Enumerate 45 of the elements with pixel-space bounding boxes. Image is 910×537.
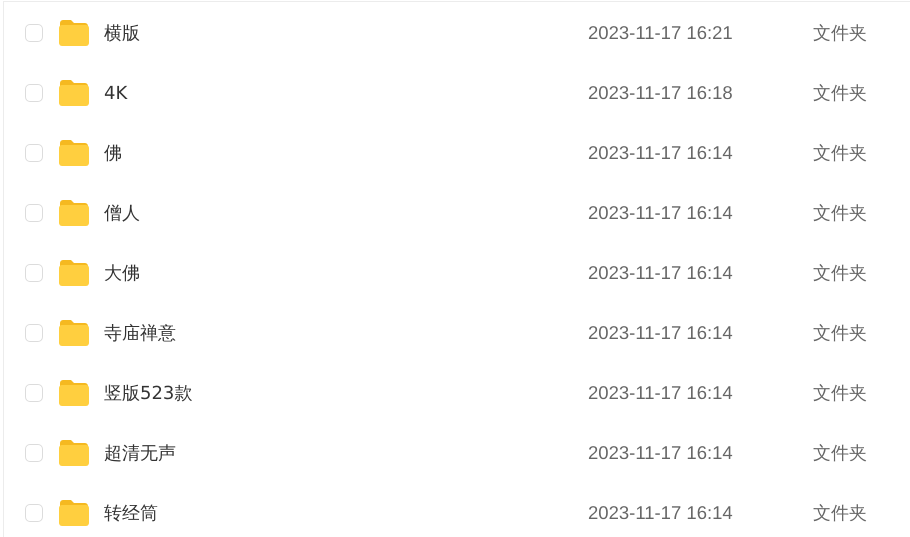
folder-name[interactable]: 僧人 <box>104 201 574 225</box>
folder-icon <box>58 259 90 287</box>
checkbox[interactable] <box>25 84 43 102</box>
folder-name[interactable]: 4K <box>104 82 574 104</box>
file-type: 文件夹 <box>813 82 867 105</box>
checkbox[interactable] <box>25 324 43 342</box>
checkbox[interactable] <box>25 264 43 282</box>
file-type: 文件夹 <box>813 202 867 225</box>
file-type: 文件夹 <box>813 22 867 45</box>
folder-icon <box>58 499 90 527</box>
checkbox[interactable] <box>25 504 43 522</box>
folder-name[interactable]: 超清无声 <box>104 441 574 465</box>
folder-name[interactable]: 转经筒 <box>104 501 574 525</box>
folder-icon <box>58 199 90 227</box>
folder-icon <box>58 379 90 407</box>
file-type: 文件夹 <box>813 142 867 165</box>
file-type: 文件夹 <box>813 322 867 345</box>
modified-time: 2023-11-17 16:14 <box>588 502 734 524</box>
folder-icon <box>58 439 90 467</box>
folder-name[interactable]: 竖版523款 <box>104 381 574 405</box>
folder-icon <box>58 319 90 347</box>
checkbox[interactable] <box>25 144 43 162</box>
file-type: 文件夹 <box>813 442 867 465</box>
folder-icon <box>58 139 90 167</box>
modified-time: 2023-11-17 16:18 <box>588 82 734 104</box>
modified-time: 2023-11-17 16:21 <box>588 22 734 44</box>
file-type: 文件夹 <box>813 382 867 405</box>
modified-time: 2023-11-17 16:14 <box>588 442 734 464</box>
folder-name[interactable]: 大佛 <box>104 261 574 285</box>
checkbox[interactable] <box>25 24 43 42</box>
folder-name[interactable]: 横版 <box>104 21 574 45</box>
checkbox[interactable] <box>25 444 43 462</box>
modified-time: 2023-11-17 16:14 <box>588 322 734 344</box>
modified-time: 2023-11-17 16:14 <box>588 262 734 284</box>
folder-icon <box>58 19 90 47</box>
folder-name[interactable]: 佛 <box>104 141 574 165</box>
file-type: 文件夹 <box>813 502 867 525</box>
checkbox[interactable] <box>25 204 43 222</box>
modified-time: 2023-11-17 16:14 <box>588 202 734 224</box>
folder-icon <box>58 79 90 107</box>
file-type: 文件夹 <box>813 262 867 285</box>
modified-time: 2023-11-17 16:14 <box>588 142 734 164</box>
checkbox[interactable] <box>25 384 43 402</box>
folder-name[interactable]: 寺庙禅意 <box>104 321 574 345</box>
modified-time: 2023-11-17 16:14 <box>588 382 734 404</box>
